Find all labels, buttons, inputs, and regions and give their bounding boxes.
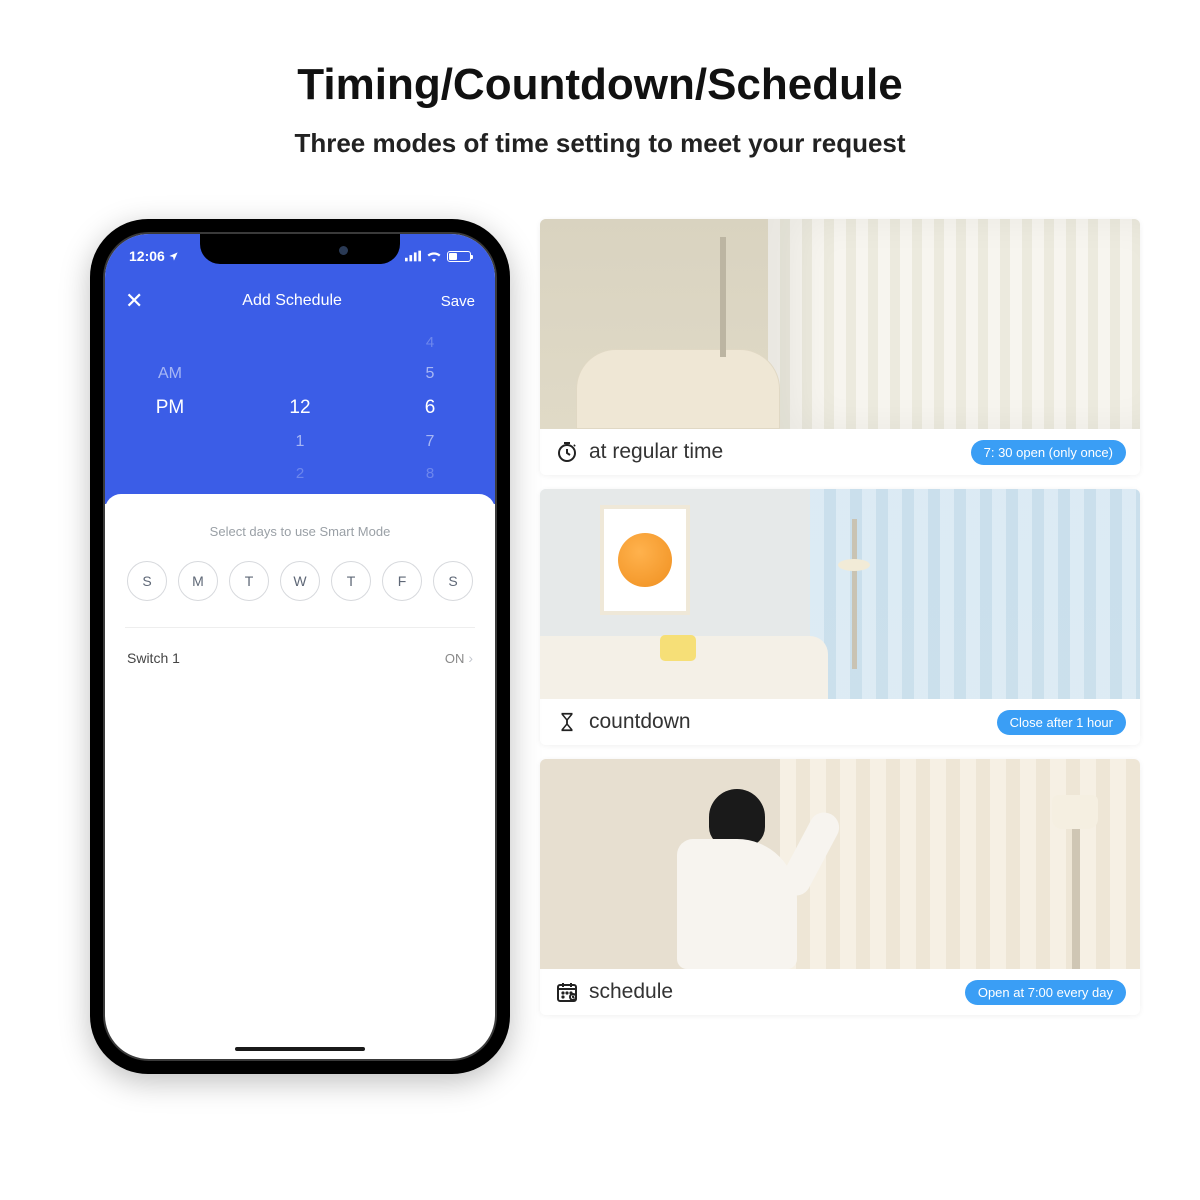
- chevron-right-icon: ›: [468, 650, 473, 666]
- save-button[interactable]: Save: [441, 293, 475, 310]
- page-title: Timing/Countdown/Schedule: [60, 60, 1140, 110]
- screen-title: Add Schedule: [242, 292, 342, 310]
- day-wed[interactable]: W: [280, 561, 320, 601]
- mode-badge: 7: 30 open (only once): [971, 440, 1126, 465]
- mode-badge: Close after 1 hour: [997, 710, 1126, 735]
- home-indicator[interactable]: [235, 1047, 365, 1051]
- clock-icon: [554, 439, 580, 465]
- picker-hour-above[interactable]: 5: [365, 365, 495, 383]
- switch-row[interactable]: Switch 1 ON ›: [125, 628, 475, 688]
- picker-mid-below[interactable]: 1: [235, 433, 365, 451]
- signal-icon: [405, 250, 421, 262]
- picker-hour-below[interactable]: 7: [365, 433, 495, 451]
- mode-label: at regular time: [589, 440, 723, 464]
- page-subtitle: Three modes of time setting to meet your…: [60, 128, 1140, 159]
- picker-hour-selected[interactable]: 6: [365, 397, 495, 419]
- day-mon[interactable]: M: [178, 561, 218, 601]
- battery-icon: [447, 251, 471, 262]
- switch-label: Switch 1: [127, 650, 180, 666]
- days-sheet: Select days to use Smart Mode S M T W T …: [105, 494, 495, 688]
- room-image-countdown: [540, 489, 1140, 699]
- phone-notch: [200, 234, 400, 264]
- switch-state: ON: [445, 651, 465, 666]
- modes-column: at regular time 7: 30 open (only once) c…: [540, 219, 1140, 1015]
- time-picker[interactable]: 4 AM 5 PM 12 6 1 7: [105, 328, 495, 504]
- close-button[interactable]: ✕: [125, 288, 143, 314]
- mode-label: countdown: [589, 710, 691, 734]
- app-header: ✕ Add Schedule Save: [105, 278, 495, 328]
- room-image-schedule: [540, 759, 1140, 969]
- room-image-regular: [540, 219, 1140, 429]
- picker-mid-selected[interactable]: 12: [235, 397, 365, 419]
- status-time: 12:06: [129, 248, 165, 264]
- day-thu[interactable]: T: [331, 561, 371, 601]
- picker-mid-ghost: 2: [235, 465, 365, 482]
- calendar-icon: [554, 979, 580, 1005]
- sheet-instruction: Select days to use Smart Mode: [125, 524, 475, 539]
- location-icon: [168, 251, 179, 262]
- phone-mockup: 12:06 ✕ Add Schedule Save 4 AM: [90, 219, 510, 1074]
- picker-hour-ghost2: 8: [365, 465, 495, 482]
- day-tue[interactable]: T: [229, 561, 269, 601]
- day-fri[interactable]: F: [382, 561, 422, 601]
- mode-label: schedule: [589, 980, 673, 1004]
- picker-ampm-am[interactable]: AM: [105, 365, 235, 383]
- mode-card-regular: at regular time 7: 30 open (only once): [540, 219, 1140, 475]
- days-row: S M T W T F S: [125, 561, 475, 628]
- hourglass-icon: [554, 709, 580, 735]
- day-sat[interactable]: S: [433, 561, 473, 601]
- picker-ampm-selected[interactable]: PM: [105, 397, 235, 419]
- mode-card-countdown: countdown Close after 1 hour: [540, 489, 1140, 745]
- picker-hour-ghost: 4: [365, 334, 495, 351]
- wifi-icon: [426, 250, 442, 262]
- mode-badge: Open at 7:00 every day: [965, 980, 1126, 1005]
- mode-card-schedule: schedule Open at 7:00 every day: [540, 759, 1140, 1015]
- day-sun[interactable]: S: [127, 561, 167, 601]
